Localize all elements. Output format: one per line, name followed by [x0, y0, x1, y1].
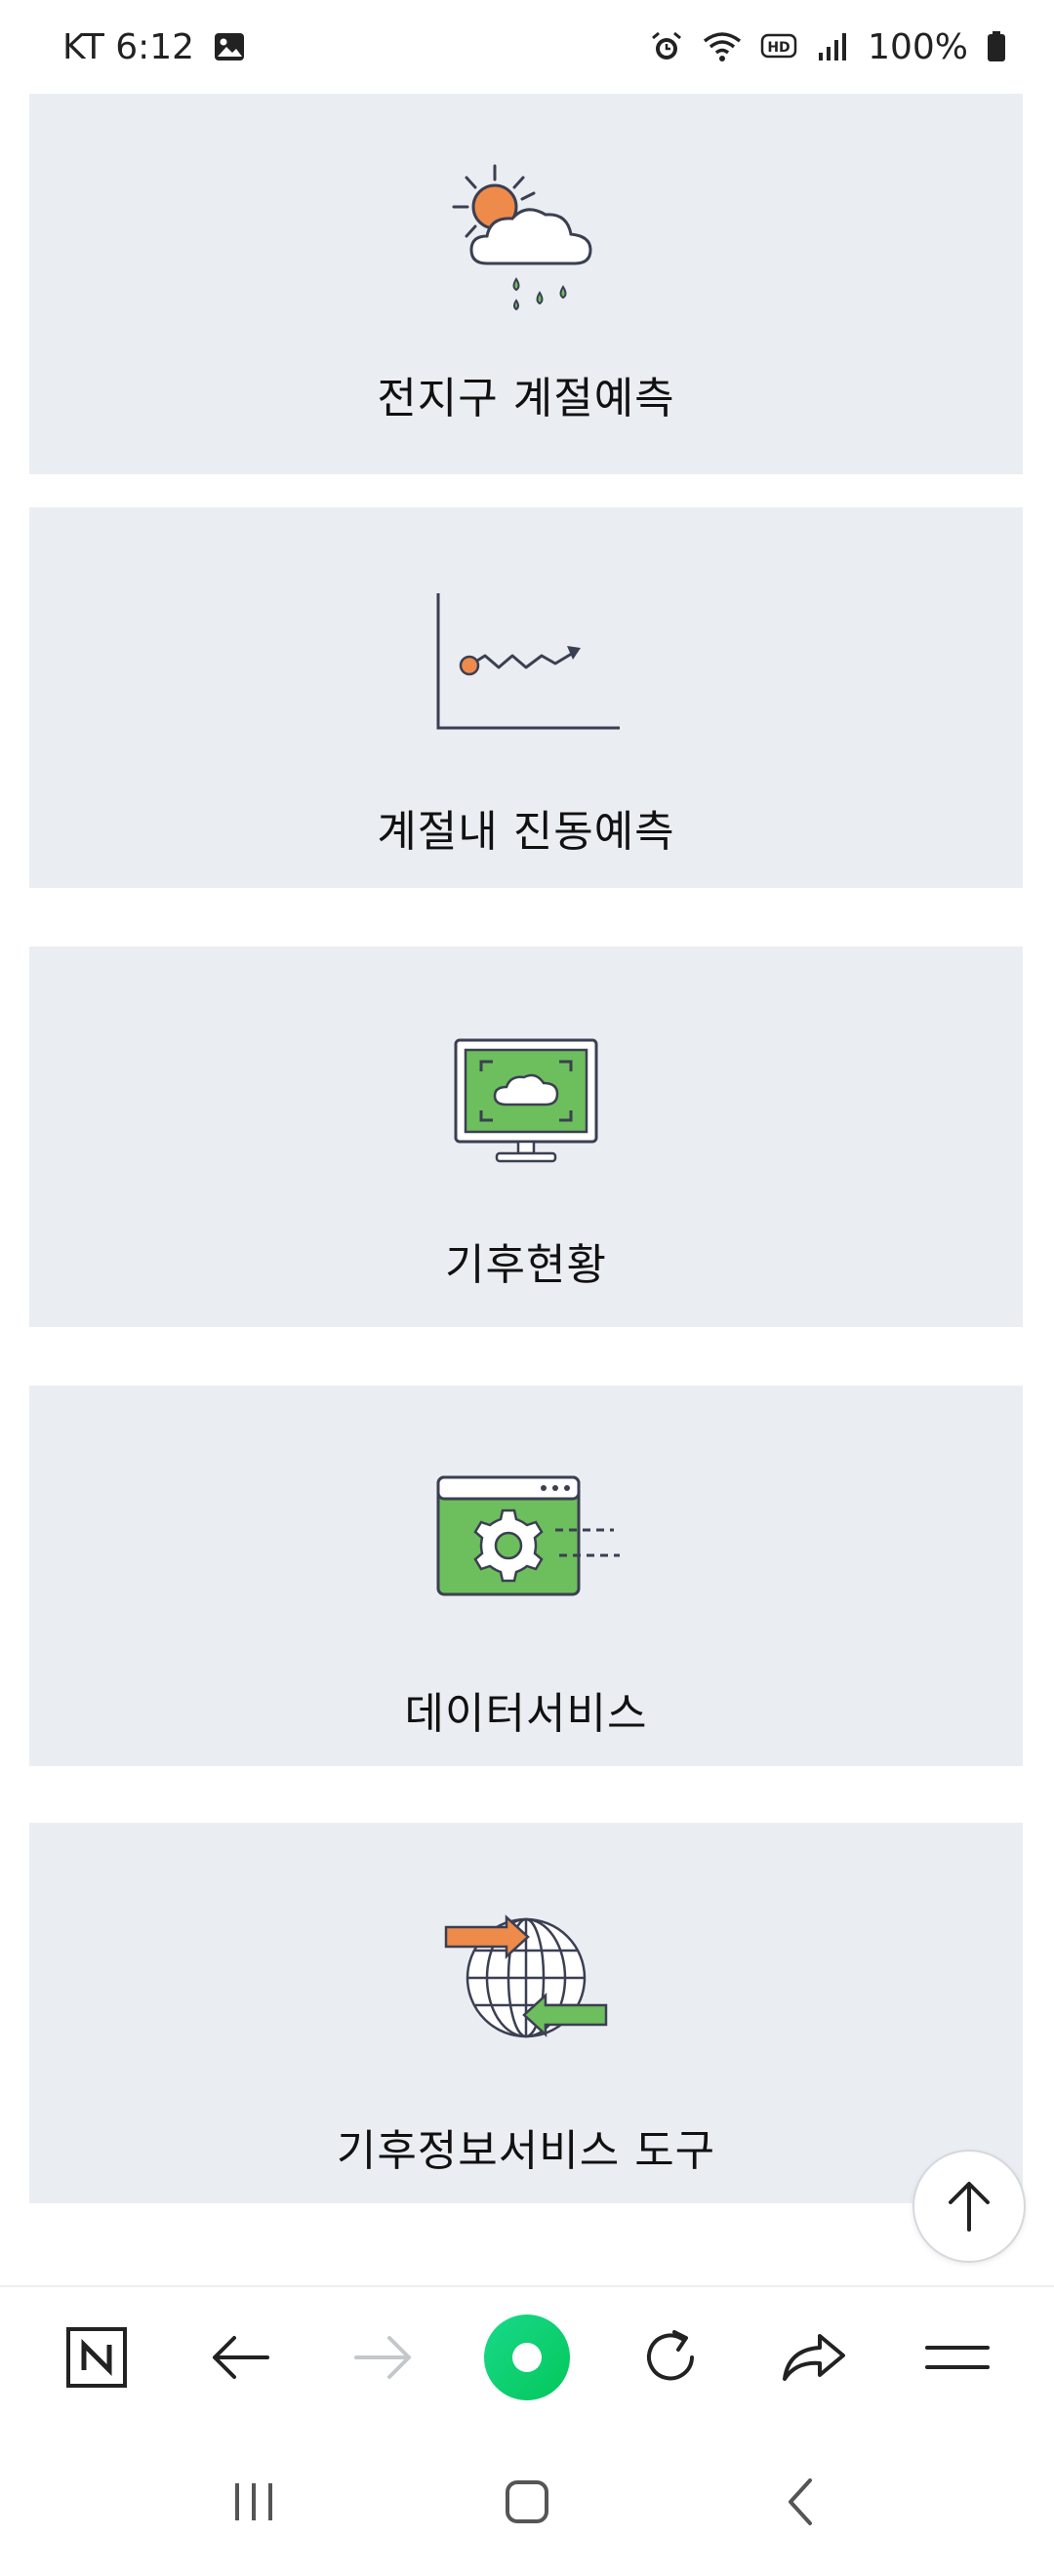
card-label: 계절내 진동예측	[377, 807, 675, 857]
menu-icon	[925, 2346, 990, 2369]
arrow-up-icon	[949, 2182, 990, 2232]
browser-gear-icon	[29, 1442, 1023, 1637]
card-label: 기후현황	[445, 1240, 607, 1290]
system-navigation-bar	[0, 2428, 1054, 2576]
forward-arrow-icon	[354, 2336, 411, 2379]
forward-button[interactable]	[330, 2304, 437, 2411]
card-label: 기후정보서비스 도구	[336, 2126, 716, 2176]
home-button[interactable]	[468, 2453, 586, 2551]
system-back-button[interactable]	[742, 2453, 859, 2551]
battery-percent: 100%	[868, 26, 968, 67]
recent-apps-button[interactable]	[195, 2453, 312, 2551]
sun-cloud-rain-icon	[29, 150, 1023, 345]
back-arrow-icon	[213, 2336, 269, 2379]
home-square-icon	[506, 2480, 548, 2523]
card-data-service[interactable]: 데이터서비스	[29, 1386, 1023, 1766]
recent-apps-icon	[235, 2483, 272, 2520]
back-button[interactable]	[186, 2304, 294, 2411]
status-right: HD 100%	[649, 27, 1007, 67]
globe-arrows-icon	[29, 1879, 1023, 2074]
card-intraseasonal-oscillation-forecast[interactable]: 계절내 진동예측	[29, 507, 1023, 888]
gallery-icon	[212, 29, 247, 64]
refresh-icon	[647, 2330, 694, 2381]
battery-icon	[986, 29, 1007, 64]
card-climate-info-service-tool[interactable]: 기후정보서비스 도구	[29, 1823, 1023, 2203]
scroll-to-top-button[interactable]	[912, 2150, 1026, 2263]
hd-voice-icon: HD	[760, 29, 799, 64]
naver-home-icon	[66, 2327, 127, 2388]
wifi-icon	[702, 29, 743, 64]
monitor-cloud-icon	[29, 1003, 1023, 1198]
card-climate-status[interactable]: 기후현황	[29, 946, 1023, 1327]
menu-button[interactable]	[904, 2304, 1011, 2411]
naver-green-dot-button[interactable]	[473, 2304, 581, 2411]
card-label: 데이터서비스	[404, 1689, 648, 1739]
naver-home-button[interactable]	[43, 2304, 150, 2411]
share-icon	[783, 2334, 845, 2381]
carrier-time: KT 6:12	[62, 26, 195, 67]
green-dot-icon	[484, 2314, 570, 2400]
trend-chart-icon	[29, 564, 1023, 759]
status-left: KT 6:12	[62, 27, 247, 67]
status-bar: KT 6:12 HD 100%	[0, 0, 1054, 94]
signal-icon	[817, 29, 850, 64]
refresh-button[interactable]	[617, 2304, 724, 2411]
svg-text:HD: HD	[767, 40, 790, 56]
card-global-seasonal-forecast[interactable]: 전지구 계절예측	[29, 94, 1023, 474]
alarm-icon	[649, 29, 684, 64]
share-button[interactable]	[760, 2304, 868, 2411]
browser-toolbar	[0, 2285, 1054, 2428]
card-label: 전지구 계절예측	[377, 374, 675, 423]
chevron-left-icon	[789, 2478, 812, 2525]
